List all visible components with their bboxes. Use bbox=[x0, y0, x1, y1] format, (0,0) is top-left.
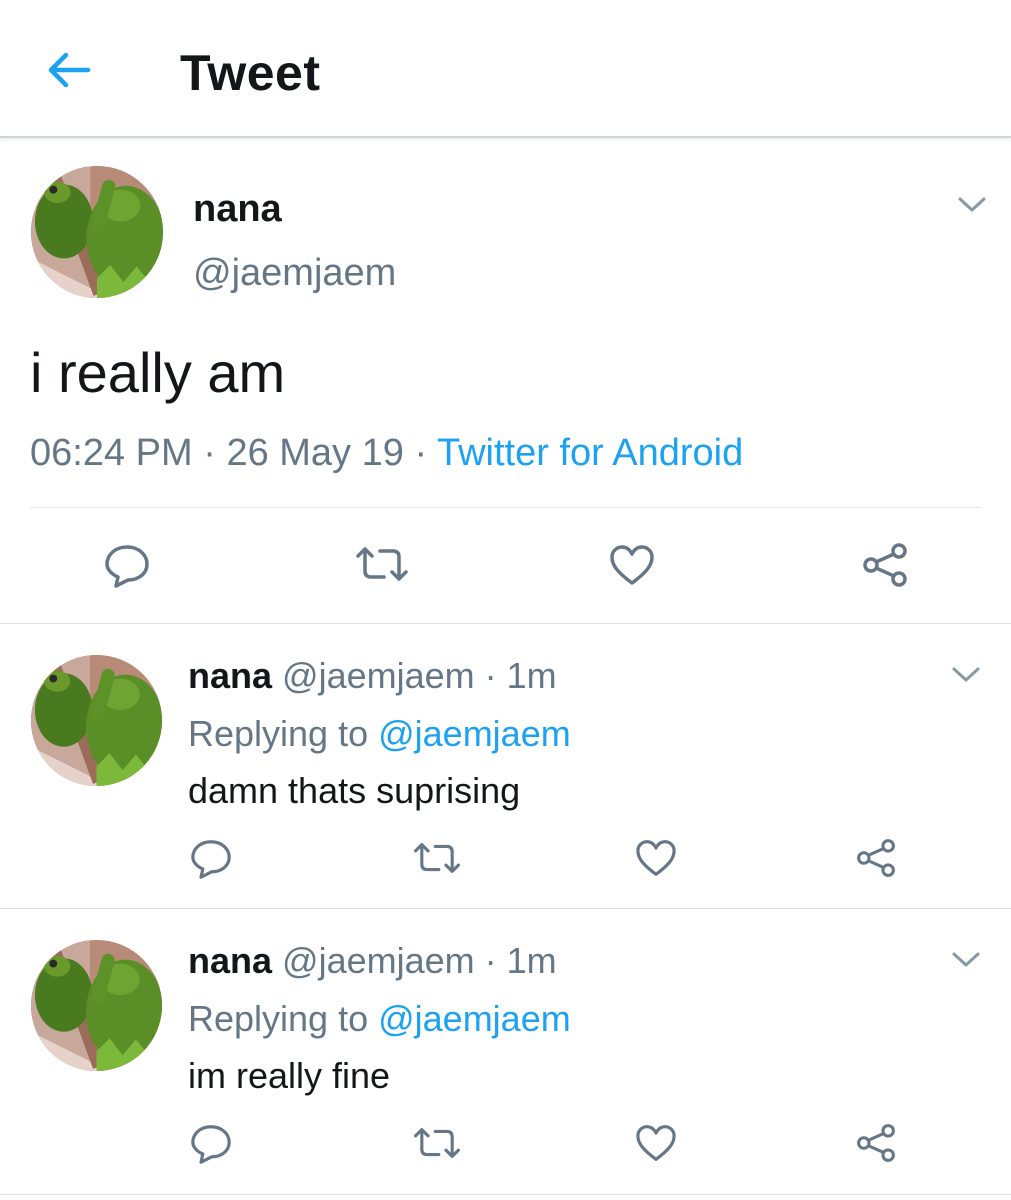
avatar-image bbox=[31, 166, 163, 298]
author-name[interactable]: nana bbox=[188, 655, 272, 696]
retweet-icon bbox=[414, 843, 460, 873]
divider bbox=[30, 507, 980, 508]
meta-separator: · bbox=[192, 432, 227, 474]
replying-prefix: Replying to bbox=[188, 713, 379, 754]
back-button[interactable] bbox=[46, 50, 92, 90]
like-button[interactable] bbox=[609, 544, 655, 586]
tweet-source-link[interactable]: Twitter for Android bbox=[437, 432, 743, 474]
avatar-image bbox=[31, 655, 162, 786]
tweet-text: i really am bbox=[30, 341, 286, 404]
share-button[interactable] bbox=[862, 542, 908, 588]
chevron-down-icon[interactable] bbox=[957, 195, 987, 215]
mention-link[interactable]: @jaemjaem bbox=[378, 998, 571, 1039]
mention-link[interactable]: @jaemjaem bbox=[378, 713, 571, 754]
replying-to: Replying to @jaemjaem bbox=[188, 713, 571, 755]
tweet-detail-screen: Tweet nana @jaemjaem i really am 06:24 P… bbox=[0, 0, 1011, 1200]
time-separator: · bbox=[474, 655, 507, 696]
tweet-meta: 06:24 PM · 26 May 19 · Twitter for Andro… bbox=[30, 432, 743, 475]
reply-icon bbox=[191, 1125, 231, 1164]
like-icon bbox=[636, 840, 676, 876]
reply-header: nana @jaemjaem · 1m bbox=[188, 940, 557, 982]
reply-button[interactable] bbox=[190, 1124, 232, 1164]
chevron-down-icon[interactable] bbox=[951, 950, 981, 970]
share-button[interactable] bbox=[856, 1123, 896, 1163]
reply-tweet[interactable]: nana @jaemjaem · 1m Replying to @jaemjae… bbox=[0, 624, 1011, 909]
reply-tweet[interactable]: nana @jaemjaem · 1m Replying to @jaemjae… bbox=[0, 909, 1011, 1195]
tweet-text: damn thats suprising bbox=[188, 770, 521, 811]
author-name[interactable]: nana bbox=[193, 188, 282, 231]
like-button[interactable] bbox=[635, 1124, 677, 1162]
top-app-bar: Tweet bbox=[0, 0, 1011, 138]
avatar[interactable] bbox=[31, 940, 162, 1071]
share-icon bbox=[857, 1124, 895, 1162]
chevron-down-icon[interactable] bbox=[951, 665, 981, 685]
share-icon bbox=[863, 543, 907, 587]
author-name[interactable]: nana bbox=[188, 940, 272, 981]
meta-separator: · bbox=[403, 432, 437, 474]
like-button[interactable] bbox=[635, 839, 677, 877]
like-icon bbox=[610, 545, 654, 585]
avatar-image bbox=[31, 940, 162, 1071]
avatar[interactable] bbox=[31, 166, 163, 298]
retweet-button[interactable] bbox=[354, 544, 410, 584]
reply-icon bbox=[191, 840, 231, 879]
retweet-button[interactable] bbox=[412, 1125, 462, 1161]
main-tweet: nana @jaemjaem i really am 06:24 PM · 26… bbox=[0, 140, 1011, 624]
like-icon bbox=[636, 1125, 676, 1161]
share-button[interactable] bbox=[856, 838, 896, 878]
reply-time: 1m bbox=[506, 940, 557, 981]
share-icon bbox=[857, 839, 895, 877]
page-title: Tweet bbox=[180, 45, 321, 101]
time-separator: · bbox=[474, 940, 507, 981]
reply-icon bbox=[105, 545, 149, 588]
replying-prefix: Replying to bbox=[188, 998, 379, 1039]
tweet-time: 06:24 PM bbox=[30, 432, 193, 474]
author-handle[interactable]: @jaemjaem bbox=[282, 940, 475, 981]
author-handle[interactable]: @jaemjaem bbox=[193, 252, 396, 295]
author-handle[interactable]: @jaemjaem bbox=[282, 655, 475, 696]
reply-time: 1m bbox=[506, 655, 557, 696]
reply-header: nana @jaemjaem · 1m bbox=[188, 655, 557, 697]
retweet-button[interactable] bbox=[412, 840, 462, 876]
replying-to: Replying to @jaemjaem bbox=[188, 998, 571, 1040]
reply-button[interactable] bbox=[190, 839, 232, 879]
tweet-date: 26 May 19 bbox=[226, 432, 404, 474]
arrow-left-icon bbox=[48, 52, 91, 88]
reply-button[interactable] bbox=[104, 544, 150, 588]
retweet-icon bbox=[414, 1128, 460, 1158]
retweet-icon bbox=[356, 547, 408, 581]
tweet-text: im really fine bbox=[188, 1055, 391, 1096]
avatar[interactable] bbox=[31, 655, 162, 786]
